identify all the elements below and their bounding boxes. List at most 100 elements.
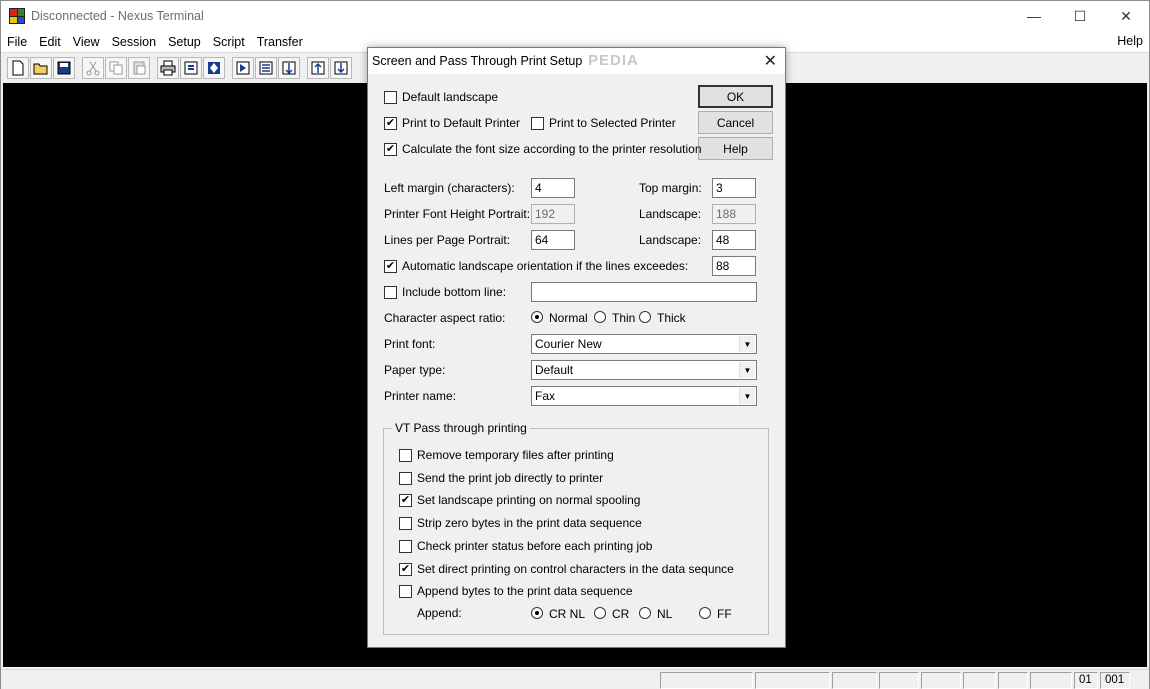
transfer-button[interactable] <box>278 56 300 79</box>
vt-option-checkbox[interactable] <box>399 540 412 553</box>
menu-view[interactable]: View <box>67 35 106 49</box>
transfer-icon <box>282 61 296 74</box>
append-ff-radio[interactable] <box>699 607 711 619</box>
font-height-landscape-label: Landscape: <box>639 207 702 221</box>
top-margin-input[interactable]: 3 <box>712 178 756 198</box>
vt-option-label: Remove temporary files after printing <box>417 448 614 462</box>
printer-name-value: Fax <box>535 389 556 403</box>
bottom-line-input[interactable] <box>531 282 757 302</box>
open-button[interactable] <box>30 56 52 79</box>
left-margin-input[interactable]: 4 <box>531 178 575 198</box>
upload-button[interactable] <box>307 56 329 79</box>
vt-option-checkbox[interactable] <box>399 472 412 485</box>
new-file-button[interactable] <box>7 56 29 79</box>
aspect-thick-radio[interactable] <box>639 311 651 323</box>
aspect-thin-radio[interactable] <box>594 311 606 323</box>
font-height-input: 192 <box>531 204 575 224</box>
default-landscape-checkbox[interactable] <box>384 91 397 104</box>
default-landscape-label: Default landscape <box>402 90 499 104</box>
maximize-icon: ☐ <box>1073 7 1087 24</box>
append-cr-label: CR <box>612 607 630 621</box>
copy-icon <box>109 61 123 74</box>
menu-transfer[interactable]: Transfer <box>251 35 309 49</box>
status-cell <box>998 672 1028 689</box>
menu-edit[interactable]: Edit <box>33 35 67 49</box>
status-cell <box>921 672 961 689</box>
print-button[interactable] <box>157 56 179 79</box>
print-default-checkbox[interactable]: ✔ <box>384 117 397 130</box>
menu-setup[interactable]: Setup <box>162 35 207 49</box>
printer-icon <box>160 60 176 75</box>
aspect-normal-radio[interactable] <box>531 311 543 323</box>
connect-button[interactable] <box>203 56 225 79</box>
screen-setup-icon <box>259 61 273 74</box>
bottom-line-label: Include bottom line: <box>402 285 507 299</box>
help-button[interactable]: Help <box>698 137 773 160</box>
title-bar[interactable]: Disconnected - Nexus Terminal — ☐ ✕ <box>1 1 1149 31</box>
minimize-icon: — <box>1027 8 1041 24</box>
screen-setup-button[interactable] <box>255 56 277 79</box>
vt-option-checkbox[interactable] <box>399 585 412 598</box>
calc-font-checkbox[interactable]: ✔ <box>384 143 397 156</box>
auto-landscape-checkbox[interactable]: ✔ <box>384 260 397 273</box>
menu-script[interactable]: Script <box>207 35 251 49</box>
download-button[interactable] <box>330 56 352 79</box>
lines-per-page-label: Lines per Page Portrait: <box>384 233 511 247</box>
cut-button[interactable] <box>82 56 104 79</box>
vt-option-label: Append bytes to the print data sequence <box>417 584 633 598</box>
vt-option-checkbox[interactable] <box>399 517 412 530</box>
append-nl-radio[interactable] <box>639 607 651 619</box>
maximize-button[interactable]: ☐ <box>1057 1 1103 31</box>
vt-option-checkbox[interactable]: ✔ <box>399 494 412 507</box>
close-icon: ✕ <box>1120 7 1132 24</box>
menu-help[interactable]: Help <box>1117 34 1143 48</box>
dialog-title-bar[interactable]: Screen and Pass Through Print Setup PEDI… <box>368 48 785 74</box>
download-icon <box>334 61 348 74</box>
status-cell <box>1030 672 1072 689</box>
print-font-value: Courier New <box>535 337 602 351</box>
close-button[interactable]: ✕ <box>1103 1 1149 31</box>
print-selected-checkbox[interactable] <box>531 117 544 130</box>
print-font-label: Print font: <box>384 337 436 351</box>
status-cell <box>879 672 919 689</box>
watermark: PEDIA <box>588 52 639 69</box>
paste-button[interactable] <box>128 56 150 79</box>
top-margin-label: Top margin: <box>639 181 702 195</box>
minimize-button[interactable]: — <box>1011 1 1057 31</box>
copy-button[interactable] <box>105 56 127 79</box>
printer-name-label: Printer name: <box>384 389 457 403</box>
menu-file[interactable]: File <box>1 35 33 49</box>
paste-icon <box>133 61 146 74</box>
append-label: Append: <box>417 606 462 620</box>
status-cell <box>832 672 877 689</box>
paper-type-label: Paper type: <box>384 363 446 377</box>
print-font-select[interactable]: Courier New ▼ <box>531 334 757 354</box>
aspect-thick-label: Thick <box>657 311 686 325</box>
auto-landscape-input[interactable]: 88 <box>712 256 756 276</box>
save-button[interactable] <box>53 56 75 79</box>
script-run-button[interactable] <box>232 56 254 79</box>
window-title: Disconnected - Nexus Terminal <box>31 9 204 23</box>
vt-option-checkbox[interactable] <box>399 449 412 462</box>
connect-icon <box>208 61 220 74</box>
append-cr-radio[interactable] <box>594 607 606 619</box>
session-setup-button[interactable] <box>180 56 202 79</box>
aspect-ratio-label: Character aspect ratio: <box>384 311 506 325</box>
menu-session[interactable]: Session <box>106 35 162 49</box>
printer-name-select[interactable]: Fax ▼ <box>531 386 757 406</box>
lines-landscape-input[interactable]: 48 <box>712 230 756 250</box>
aspect-normal-label: Normal <box>549 311 588 325</box>
bottom-line-checkbox[interactable] <box>384 286 397 299</box>
script-run-icon <box>236 61 250 74</box>
vt-option-label: Check printer status before each printin… <box>417 539 653 553</box>
vt-option-checkbox[interactable]: ✔ <box>399 563 412 576</box>
append-crnl-radio[interactable] <box>531 607 543 619</box>
paper-type-select[interactable]: Default ▼ <box>531 360 757 380</box>
upload-icon <box>311 61 325 74</box>
lines-per-page-input[interactable]: 64 <box>531 230 575 250</box>
open-folder-icon <box>33 63 48 74</box>
cancel-button[interactable]: Cancel <box>698 111 773 134</box>
ok-button[interactable]: OK <box>698 85 773 108</box>
dialog-close-button[interactable]: ✕ <box>764 51 777 71</box>
print-setup-dialog: Screen and Pass Through Print Setup PEDI… <box>367 47 786 648</box>
